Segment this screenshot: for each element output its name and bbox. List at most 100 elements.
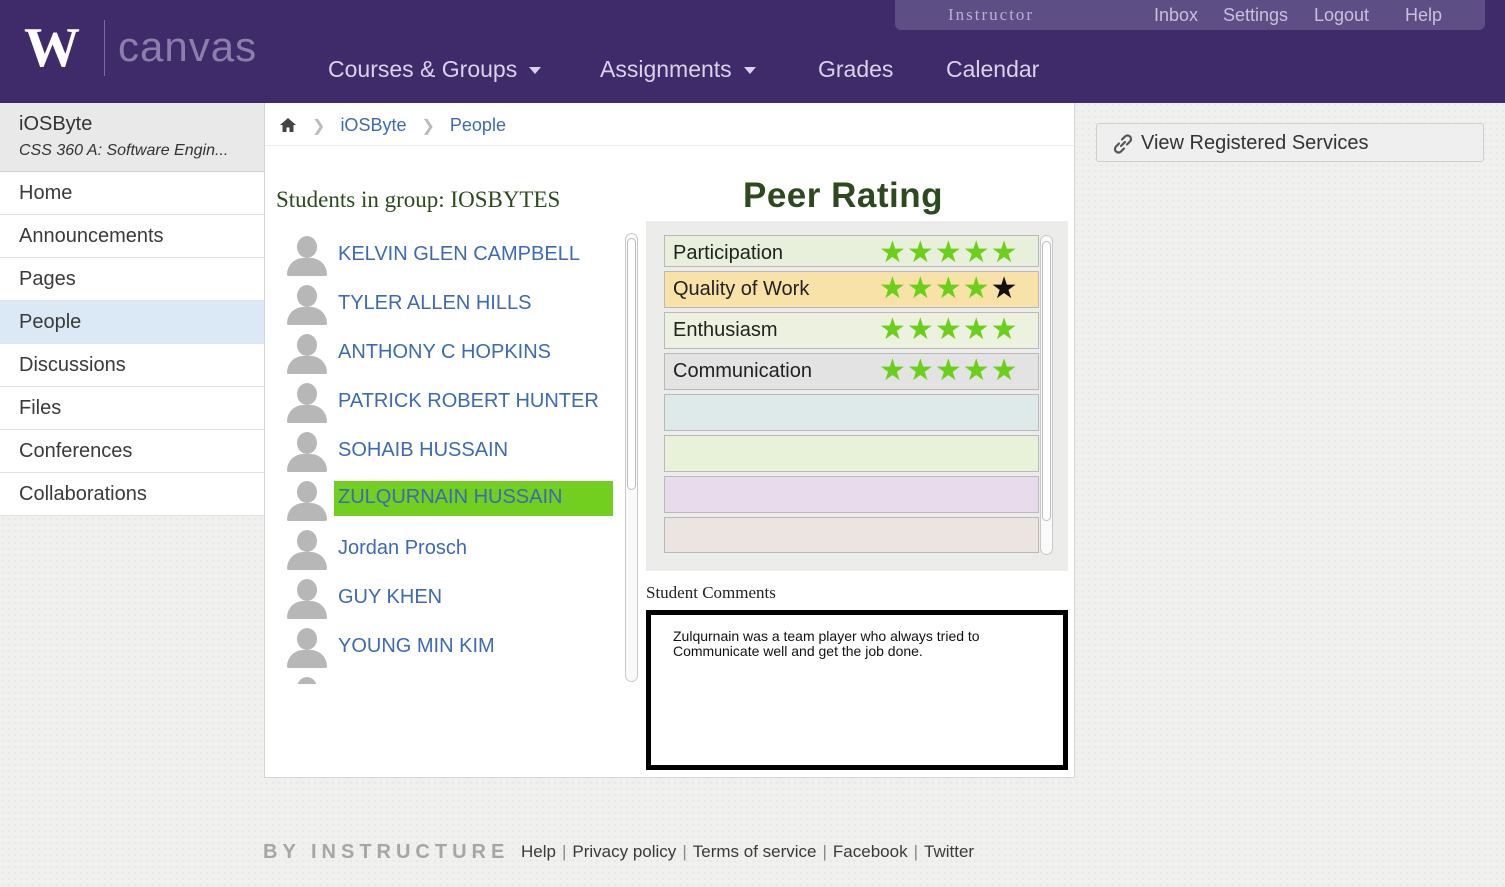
sidebar-item-files[interactable]: Files — [0, 387, 264, 430]
star-rating[interactable]: ★★★★★ — [879, 272, 1019, 306]
course-header[interactable]: iOSByte CSS 360 A: Software Engin... — [0, 103, 264, 172]
footer-help-link[interactable]: Help — [515, 842, 562, 861]
comments-text: Zulqurnain was a team player who always … — [673, 628, 980, 659]
sidebar-item-announcements[interactable]: Announcements — [0, 215, 264, 258]
star-icon[interactable]: ★ — [879, 272, 907, 305]
rating-label: Enthusiasm — [673, 319, 778, 341]
star-icon[interactable]: ★ — [935, 272, 963, 305]
rating-row-participation: Participation ★★★★★ — [664, 235, 1039, 270]
student-name[interactable]: ANTHONY C HOPKINS — [338, 341, 551, 364]
view-registered-services-button[interactable]: View Registered Services — [1096, 123, 1484, 162]
student-name[interactable]: Jordan Prosch — [338, 537, 467, 560]
settings-link[interactable]: Settings — [1223, 5, 1288, 26]
chevron-down-icon — [743, 67, 756, 75]
course-nav: Home Announcements Pages People Discussi… — [0, 172, 264, 516]
student-name[interactable]: ZULQURNAIN HUSSAIN — [334, 481, 613, 516]
list-item[interactable]: Jordan Prosch — [283, 525, 613, 574]
avatar — [285, 332, 329, 376]
rating-row-enthusiasm: Enthusiasm ★★★★★ — [664, 312, 1039, 349]
star-icon[interactable]: ★ — [907, 354, 935, 387]
nav-grades[interactable]: Grades — [818, 56, 893, 83]
inbox-link[interactable]: Inbox — [1154, 5, 1198, 26]
sidebar-item-collaborations[interactable]: Collaborations — [0, 473, 264, 516]
star-icon[interactable]: ★ — [991, 272, 1019, 305]
sidebar-item-conferences[interactable]: Conferences — [0, 430, 264, 473]
footer-twitter-link[interactable]: Twitter — [918, 842, 980, 861]
student-name[interactable]: SOHAIB HUSSAIN — [338, 439, 508, 462]
breadcrumb-course[interactable]: iOSByte — [340, 115, 406, 135]
sidebar-item-pages[interactable]: Pages — [0, 258, 264, 301]
breadcrumb: ❯ iOSByte ❯ People — [279, 115, 506, 145]
star-icon[interactable]: ★ — [879, 354, 907, 387]
star-icon[interactable]: ★ — [907, 272, 935, 305]
star-icon[interactable]: ★ — [907, 236, 935, 269]
star-icon[interactable]: ★ — [963, 272, 991, 305]
star-icon[interactable]: ★ — [879, 313, 907, 346]
avatar — [285, 577, 329, 621]
nav-assignments[interactable]: Assignments — [600, 56, 756, 83]
services-label: View Registered Services — [1141, 132, 1369, 154]
list-item[interactable]: KELVIN GLEN CAMPBELL — [283, 231, 613, 280]
rating-row-empty — [664, 435, 1039, 472]
star-icon[interactable]: ★ — [935, 354, 963, 387]
list-item[interactable]: TYLER ALLEN HILLS — [283, 280, 613, 329]
star-icon[interactable]: ★ — [991, 354, 1019, 387]
uw-logo[interactable]: W — [24, 18, 80, 78]
list-item[interactable]: YOUNG MIN KIM — [283, 623, 613, 672]
list-item[interactable]: GUY KHEN — [283, 574, 613, 623]
list-item — [283, 672, 613, 684]
star-rating[interactable]: ★★★★★ — [879, 313, 1019, 347]
footer-terms-link[interactable]: Terms of service — [687, 842, 823, 861]
canvas-logo-text[interactable]: canvas — [118, 22, 257, 72]
rating-scroll-thumb[interactable] — [1042, 241, 1051, 521]
list-item-selected[interactable]: ZULQURNAIN HUSSAIN — [283, 476, 613, 525]
footer-facebook-link[interactable]: Facebook — [827, 842, 914, 861]
peer-rating-title: Peer Rating — [743, 176, 943, 215]
user-bar: Instructor Inbox Settings Logout Help — [895, 0, 1485, 30]
sidebar-item-people[interactable]: People — [0, 301, 264, 344]
student-list: KELVIN GLEN CAMPBELL TYLER ALLEN HILLS A… — [283, 231, 613, 684]
star-icon[interactable]: ★ — [991, 313, 1019, 346]
rating-label: Participation — [673, 242, 784, 264]
student-name[interactable]: GUY KHEN — [338, 586, 442, 609]
help-link[interactable]: Help — [1405, 5, 1442, 26]
star-icon[interactable]: ★ — [907, 313, 935, 346]
student-name[interactable]: TYLER ALLEN HILLS — [338, 292, 531, 315]
list-item[interactable]: PATRICK ROBERT HUNTER — [283, 378, 613, 427]
student-name[interactable]: PATRICK ROBERT HUNTER — [338, 390, 599, 413]
chevron-right-icon: ❯ — [312, 118, 326, 135]
student-name[interactable]: YOUNG MIN KIM — [338, 635, 495, 658]
global-header: W canvas Instructor Inbox Settings Logou… — [0, 0, 1505, 103]
star-icon[interactable]: ★ — [963, 354, 991, 387]
star-icon[interactable]: ★ — [963, 313, 991, 346]
sidebar-item-discussions[interactable]: Discussions — [0, 344, 264, 387]
comments-textarea[interactable]: Zulqurnain was a team player who always … — [646, 610, 1068, 770]
rating-label: Communication — [673, 360, 812, 382]
star-icon[interactable]: ★ — [963, 236, 991, 269]
star-icon[interactable]: ★ — [879, 236, 907, 269]
course-name: iOSByte — [19, 113, 93, 135]
star-icon[interactable]: ★ — [935, 313, 963, 346]
nav-calendar[interactable]: Calendar — [946, 56, 1039, 83]
avatar — [285, 528, 329, 572]
star-rating[interactable]: ★★★★★ — [879, 354, 1019, 388]
star-rating[interactable]: ★★★★★ — [879, 236, 1019, 270]
breadcrumb-people[interactable]: People — [450, 115, 506, 135]
group-title: Students in group: IOSBYTES — [276, 187, 561, 212]
role-label: Instructor — [948, 5, 1035, 24]
star-icon[interactable]: ★ — [935, 236, 963, 269]
nav-courses-groups[interactable]: Courses & Groups — [328, 56, 542, 83]
rating-row-empty — [664, 517, 1039, 553]
instructure-brand[interactable]: BY INSTRUCTURE — [263, 841, 509, 864]
list-item[interactable]: SOHAIB HUSSAIN — [283, 427, 613, 476]
avatar — [285, 234, 329, 278]
sidebar-item-home[interactable]: Home — [0, 172, 264, 215]
avatar — [285, 479, 329, 523]
footer-privacy-link[interactable]: Privacy policy — [566, 842, 682, 861]
student-list-scroll-thumb[interactable] — [627, 238, 636, 490]
student-name[interactable]: KELVIN GLEN CAMPBELL — [338, 243, 580, 266]
logout-link[interactable]: Logout — [1314, 5, 1369, 26]
star-icon[interactable]: ★ — [991, 236, 1019, 269]
list-item[interactable]: ANTHONY C HOPKINS — [283, 329, 613, 378]
home-icon[interactable] — [279, 117, 297, 138]
